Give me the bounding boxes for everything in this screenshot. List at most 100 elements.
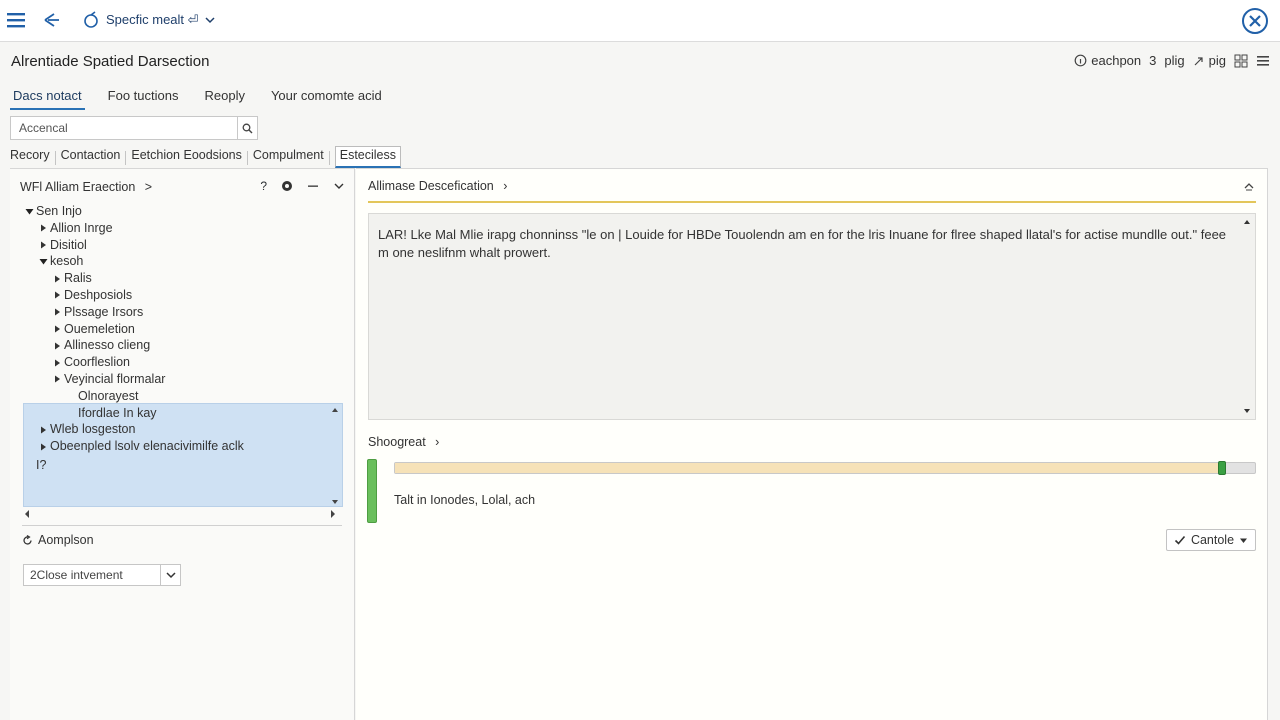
left-panel-toolbar: ? — [260, 179, 345, 193]
caret-right-icon — [41, 443, 46, 451]
subtab-contaction[interactable]: Contaction — [61, 146, 121, 168]
tree-node[interactable]: Ralis — [22, 270, 342, 287]
involvement-select[interactable]: 2Close intvement — [23, 564, 181, 586]
tab-foo-tuctions[interactable]: Foo tuctions — [105, 86, 182, 110]
left-panel-title-group[interactable]: WFl Alliam Eraection > — [20, 180, 152, 194]
refresh-icon[interactable] — [22, 534, 33, 546]
header-actions: eachpon 3 plig pig — [1074, 53, 1270, 68]
tab-your-comomte-acid[interactable]: Your comomte acid — [268, 86, 385, 110]
list-menu-icon[interactable] — [1256, 54, 1270, 68]
tree-node[interactable]: Plssage Irsors — [22, 304, 342, 321]
tree-node-label: Deshposiols — [64, 287, 133, 302]
scroll-up-icon[interactable] — [1243, 218, 1251, 226]
tree-node-label: Sen Injo — [36, 204, 82, 218]
tree-node[interactable]: Obeenpled lsolv elenacivimilfe aclk — [22, 438, 342, 455]
cancel-button[interactable]: Cantole — [1166, 529, 1256, 551]
check-icon — [1174, 535, 1186, 545]
caret-right-icon — [41, 241, 46, 249]
subtab-recory[interactable]: Recory — [10, 146, 50, 168]
subtab-eetchion-eoodsions[interactable]: Eetchion Eoodsions — [131, 146, 242, 168]
scroll-down-icon[interactable] — [1243, 407, 1251, 415]
collapse-icon[interactable] — [1243, 181, 1255, 193]
tree-node-label: Ifordlae In kay — [78, 405, 157, 420]
search-button[interactable] — [237, 117, 257, 139]
tree-cursor-row: I? — [22, 457, 342, 474]
tree-leaf[interactable]: Olnorayest — [22, 388, 342, 405]
tree-leaf-selected[interactable]: Ifordlae In kay — [22, 405, 342, 422]
tree-node[interactable]: Veyincial flormalar — [22, 371, 342, 388]
slider-thumb[interactable] — [1218, 461, 1226, 475]
tree-node-label: Disitiol — [50, 237, 87, 252]
tree-node[interactable]: Disitiol — [22, 237, 342, 254]
header-pig-button[interactable]: pig — [1193, 53, 1226, 68]
caret-right-icon — [55, 375, 60, 383]
subtab-divider — [328, 151, 330, 165]
tree-node[interactable]: Wleb losgeston — [22, 421, 342, 438]
close-circle-icon[interactable] — [1241, 7, 1269, 35]
left-panel-title: WFl Alliam Eraection — [20, 180, 136, 194]
subtab-compulment[interactable]: Compulment — [253, 146, 324, 168]
header-search-label: eachpon — [1091, 53, 1142, 68]
tree-node-label: Ouemeletion — [64, 321, 135, 336]
shoot-section-header[interactable]: Shoogreat › — [368, 435, 439, 449]
caret-right-icon — [41, 224, 46, 232]
tree-node[interactable]: Allinesso clieng — [22, 337, 342, 354]
main-tabs: Dacs notact Foo tuctions Reoply Your com… — [10, 86, 385, 110]
back-arrow-icon[interactable] — [42, 10, 62, 30]
status-indicator-bar — [367, 459, 377, 523]
caret-down-icon — [25, 208, 33, 215]
header-plig-label[interactable]: plig — [1164, 53, 1184, 68]
select-value: 2Close intvement — [30, 568, 123, 582]
tree-node-label: Plssage Irsors — [64, 304, 144, 319]
tree-node[interactable]: Coorfleslion — [22, 354, 342, 371]
hamburger-icon[interactable] — [6, 10, 26, 30]
caret-right-icon — [55, 275, 60, 283]
grid-icon[interactable] — [1234, 54, 1248, 68]
app-switcher[interactable]: Specfic mealt ⏎ — [82, 9, 215, 31]
page-title: Alrentiade Spatied Darsection — [11, 53, 210, 70]
header-search-button[interactable]: eachpon — [1074, 53, 1141, 68]
header-count: 3 — [1149, 53, 1157, 68]
tab-reoply[interactable]: Reoply — [201, 86, 247, 110]
comparison-label: Aomplson — [38, 533, 94, 547]
progress-slider[interactable] — [394, 461, 1256, 475]
tree-node[interactable]: Ouemeletion — [22, 321, 342, 338]
left-panel-header: WFl Alliam Eraection > ? — [20, 179, 345, 197]
tree-node-label: Coorfleslion — [64, 355, 131, 370]
search-box — [10, 116, 258, 140]
chevron-down-icon — [165, 572, 176, 579]
chevron-right-icon: > — [144, 180, 153, 194]
horizontal-scrollbar[interactable] — [23, 507, 343, 521]
chevron-right-icon: › — [435, 435, 440, 449]
tree-node-label: Wleb losgeston — [50, 422, 136, 437]
minimize-icon[interactable] — [307, 180, 319, 192]
tree-node-label: Veyincial flormalar — [64, 371, 166, 386]
help-button[interactable]: ? — [260, 179, 267, 193]
tree-node-expanded[interactable]: kesoh — [22, 253, 342, 270]
progress-fill — [395, 463, 1222, 473]
chevron-right-icon: › — [503, 179, 508, 193]
select-arrow[interactable] — [160, 565, 180, 585]
result-text: Talt in Ionodes, Lolal, ach — [394, 493, 536, 507]
left-panel: WFl Alliam Eraection > ? Sen Injo Allion… — [10, 168, 355, 720]
settings-icon[interactable] — [281, 180, 293, 192]
app-logo-icon — [84, 11, 98, 28]
top-bar: Specfic mealt ⏎ — [0, 0, 1280, 42]
tree-node-label: Allion Inrge — [50, 220, 113, 235]
chevron-down-icon[interactable] — [333, 180, 345, 192]
tree-node-label: Ralis — [64, 271, 92, 286]
caret-right-icon — [55, 308, 60, 316]
info-circle-icon — [1074, 54, 1087, 67]
title-row: Alrentiade Spatied Darsection eachpon 3 … — [0, 42, 1280, 82]
tree-node-label: Olnorayest — [78, 388, 139, 403]
tree-node[interactable]: Deshposiols — [22, 287, 342, 304]
tab-dacs-notact[interactable]: Dacs notact — [10, 86, 85, 110]
tree-node-root[interactable]: Sen Injo — [22, 203, 342, 220]
description-text-area[interactable]: LAR! Lke Mal Mlie irapg chonninss "le on… — [368, 213, 1256, 420]
subtab-esteciless[interactable]: Esteciless — [334, 146, 402, 168]
share-arrow-icon — [1194, 56, 1203, 65]
right-panel: Allimase Descefication › LAR! Lke Mal Ml… — [356, 168, 1268, 720]
search-input[interactable] — [11, 117, 237, 139]
description-header[interactable]: Allimase Descefication › — [368, 179, 507, 193]
tree-node[interactable]: Allion Inrge — [22, 220, 342, 237]
